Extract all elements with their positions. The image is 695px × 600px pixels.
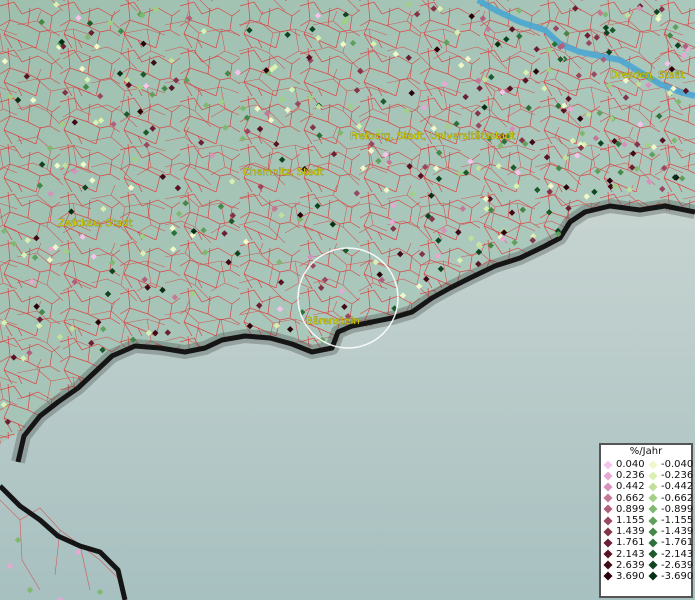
legend-swatch	[648, 460, 658, 470]
legend-swatch	[648, 549, 658, 559]
legend-entry-negative: -0.442	[646, 481, 694, 493]
legend-swatch	[603, 560, 613, 570]
legend-swatch	[603, 460, 613, 470]
legend-entry-negative: -2.143	[646, 548, 694, 560]
legend-value: 1.439	[616, 526, 645, 538]
legend-entry-negative: -1.439	[646, 526, 694, 538]
legend-entry-negative: -3.690	[646, 570, 694, 582]
legend-entry-negative: -2.639	[646, 559, 694, 571]
legend-swatch	[648, 538, 658, 548]
legend-value: 1.761	[616, 537, 645, 549]
legend-row: 1.761 -1.761	[601, 537, 694, 549]
legend-entry-positive: 2.639	[601, 560, 646, 571]
legend-swatch	[648, 471, 658, 481]
legend-swatch	[603, 549, 613, 559]
legend-entry-negative: -0.899	[646, 503, 694, 515]
legend-entry-negative: -1.761	[646, 537, 694, 549]
legend-entry-negative: -0.040	[646, 459, 694, 470]
legend: %/Jahr 0.040 -0.040 0.236 -0.236 0.442 -…	[599, 443, 693, 598]
legend-row: 0.899 -0.899	[601, 503, 694, 515]
legend-swatch	[603, 482, 613, 492]
map-canvas[interactable]: Dresden, Stadt Freiberg, Stadt, Universi…	[0, 0, 695, 600]
legend-value: 1.155	[616, 514, 645, 526]
legend-value: -1.439	[661, 526, 694, 538]
legend-entry-negative: -1.155	[646, 514, 694, 526]
legend-value: -0.662	[661, 492, 694, 504]
legend-row: 0.040 -0.040	[601, 459, 694, 470]
legend-value: -0.236	[661, 470, 694, 482]
legend-swatch	[603, 516, 613, 526]
place-label-chemnitz: Chemnitz, Stadt	[243, 167, 324, 178]
legend-value: 3.690	[616, 570, 645, 582]
legend-value: 2.639	[616, 559, 645, 571]
legend-row: 1.439 -1.439	[601, 526, 694, 538]
legend-entry-positive: 1.761	[601, 537, 646, 548]
legend-value: -2.639	[661, 559, 694, 571]
legend-value: 0.662	[616, 492, 645, 504]
legend-value: -1.761	[661, 537, 694, 549]
legend-rows: 0.040 -0.040 0.236 -0.236 0.442 -0.442 0…	[601, 459, 694, 582]
legend-swatch	[648, 482, 658, 492]
legend-value: 0.442	[616, 481, 645, 493]
legend-swatch	[648, 516, 658, 526]
legend-row: 1.155 -1.155	[601, 514, 694, 526]
place-label-dresden: Dresden, Stadt	[610, 70, 685, 81]
legend-entry-positive: 2.143	[601, 549, 646, 560]
legend-value: -1.155	[661, 514, 694, 526]
legend-value: -2.143	[661, 548, 694, 560]
legend-swatch	[603, 504, 613, 514]
legend-entry-positive: 1.439	[601, 526, 646, 537]
legend-row: 0.442 -0.442	[601, 481, 694, 493]
legend-value: 2.143	[616, 548, 645, 560]
legend-swatch	[603, 471, 613, 481]
legend-swatch	[603, 493, 613, 503]
legend-swatch	[603, 571, 613, 581]
legend-entry-positive: 3.690	[601, 571, 646, 582]
legend-swatch	[603, 527, 613, 537]
legend-swatch	[648, 560, 658, 570]
legend-entry-negative: -0.662	[646, 492, 694, 504]
place-label-baerenstein: Bärenstein	[306, 316, 360, 327]
legend-row: 3.690 -3.690	[601, 570, 694, 582]
legend-title: %/Jahr	[629, 446, 663, 457]
legend-entry-positive: 0.662	[601, 493, 646, 504]
legend-value: -0.442	[661, 481, 694, 493]
legend-value: 0.040	[616, 459, 645, 470]
legend-value: -3.690	[661, 570, 694, 582]
legend-swatch	[648, 571, 658, 581]
legend-entry-positive: 1.155	[601, 515, 646, 526]
legend-value: -0.899	[661, 503, 694, 515]
legend-swatch	[648, 493, 658, 503]
legend-swatch	[648, 527, 658, 537]
legend-entry-positive: 0.442	[601, 481, 646, 492]
place-label-freiberg: Freiberg, Stadt, Universitätsstadt	[350, 131, 515, 142]
legend-row: 0.662 -0.662	[601, 492, 694, 504]
legend-value: -0.040	[661, 459, 694, 470]
legend-row: 0.236 -0.236	[601, 470, 694, 482]
legend-row: 2.143 -2.143	[601, 548, 694, 560]
legend-entry-negative: -0.236	[646, 470, 694, 482]
legend-swatch	[603, 538, 613, 548]
place-label-zwickau: Zwickau, Stadt	[58, 218, 132, 229]
legend-entry-positive: 0.040	[601, 459, 646, 470]
legend-value: 0.236	[616, 470, 645, 482]
legend-entry-positive: 0.236	[601, 470, 646, 481]
legend-value: 0.899	[616, 503, 645, 515]
legend-row: 2.639 -2.639	[601, 559, 694, 571]
legend-swatch	[648, 504, 658, 514]
legend-entry-positive: 0.899	[601, 504, 646, 515]
